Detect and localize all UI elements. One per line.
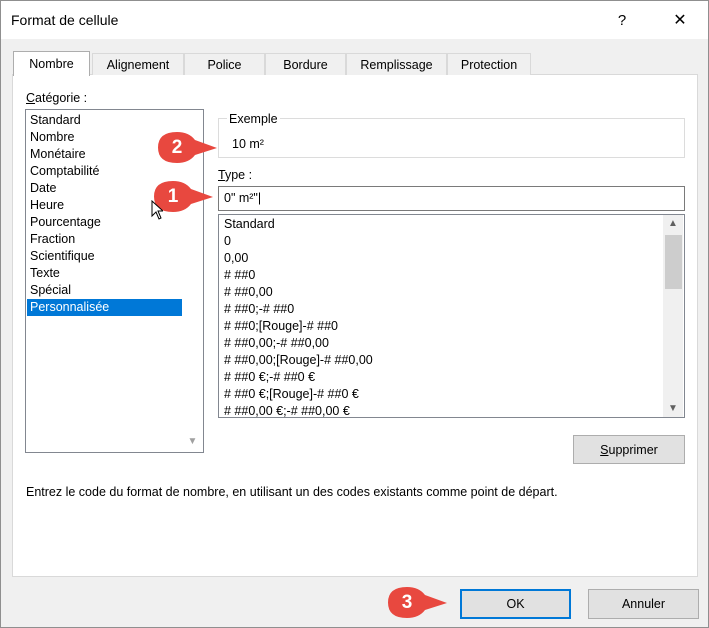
dialog-title: Format de cellule [11,12,119,28]
callout-3-number: 3 [401,591,413,613]
tab-remplissage[interactable]: Remplissage [346,53,447,75]
format-item[interactable]: # ##0 €;[Rouge]-# ##0 € [224,386,359,403]
format-cell-dialog: Format de cellule ? ✕ Nombre Alignement … [0,0,709,628]
category-scroll-down-icon[interactable]: ▼ [184,433,201,450]
format-item[interactable]: Standard [224,216,275,233]
format-item[interactable]: # ##0;-# ##0 [224,301,294,318]
format-item[interactable]: 0,00 [224,250,248,267]
close-button[interactable]: ✕ [655,1,705,39]
category-label: Catégorie : [26,91,88,105]
callout-2-number: 2 [171,136,183,158]
callout-2: 2 [155,129,217,166]
format-item[interactable]: # ##0,00 [224,284,273,301]
format-item[interactable]: # ##0,00;-# ##0,00 [224,335,329,352]
format-list[interactable]: Standard 0 0,00 # ##0 # ##0,00 # ##0;-# … [218,214,685,418]
tab-alignement[interactable]: Alignement [92,53,184,75]
category-item-standard[interactable]: Standard [27,112,182,129]
format-item[interactable]: # ##0,00;[Rouge]-# ##0,00 [224,352,373,369]
format-item[interactable]: # ##0 €;-# ##0 € [224,369,315,386]
help-button[interactable]: ? [597,1,647,39]
format-item[interactable]: # ##0 [224,267,255,284]
category-item-texte[interactable]: Texte [27,265,182,282]
chevron-up-icon[interactable]: ▲ [663,215,683,232]
format-scrollbar[interactable]: ▲ ▼ [663,215,683,417]
delete-button[interactable]: Supprimer [573,435,685,464]
format-item[interactable]: # ##0;[Rouge]-# ##0 [224,318,338,335]
example-group [218,118,685,158]
tab-protection[interactable]: Protection [447,53,531,75]
ok-button[interactable]: OK [460,589,571,619]
title-bar: Format de cellule ? ✕ [1,1,708,39]
mouse-pointer-icon [151,200,163,220]
example-label: Exemple [227,112,280,126]
type-label: Type : [218,168,253,182]
cancel-button[interactable]: Annuler [588,589,699,619]
example-value: 10 m² [232,137,264,151]
chevron-down-icon[interactable]: ▼ [663,400,683,417]
category-item-scientifique[interactable]: Scientifique [27,248,182,265]
tab-bordure[interactable]: Bordure [265,53,346,75]
callout-3: 3 [385,584,447,621]
type-input[interactable]: 0" m²"| [218,186,685,211]
hint-text: Entrez le code du format de nombre, en u… [26,485,558,499]
format-scroll-thumb[interactable] [665,235,682,289]
format-item[interactable]: # ##0,00 €;-# ##0,00 € [224,403,350,417]
category-item-special[interactable]: Spécial [27,282,182,299]
tab-nombre[interactable]: Nombre [13,51,90,76]
category-item-personnalisee[interactable]: Personnalisée [27,299,182,316]
format-item[interactable]: 0 [224,233,231,250]
tab-police[interactable]: Police [184,53,265,75]
category-item-fraction[interactable]: Fraction [27,231,182,248]
